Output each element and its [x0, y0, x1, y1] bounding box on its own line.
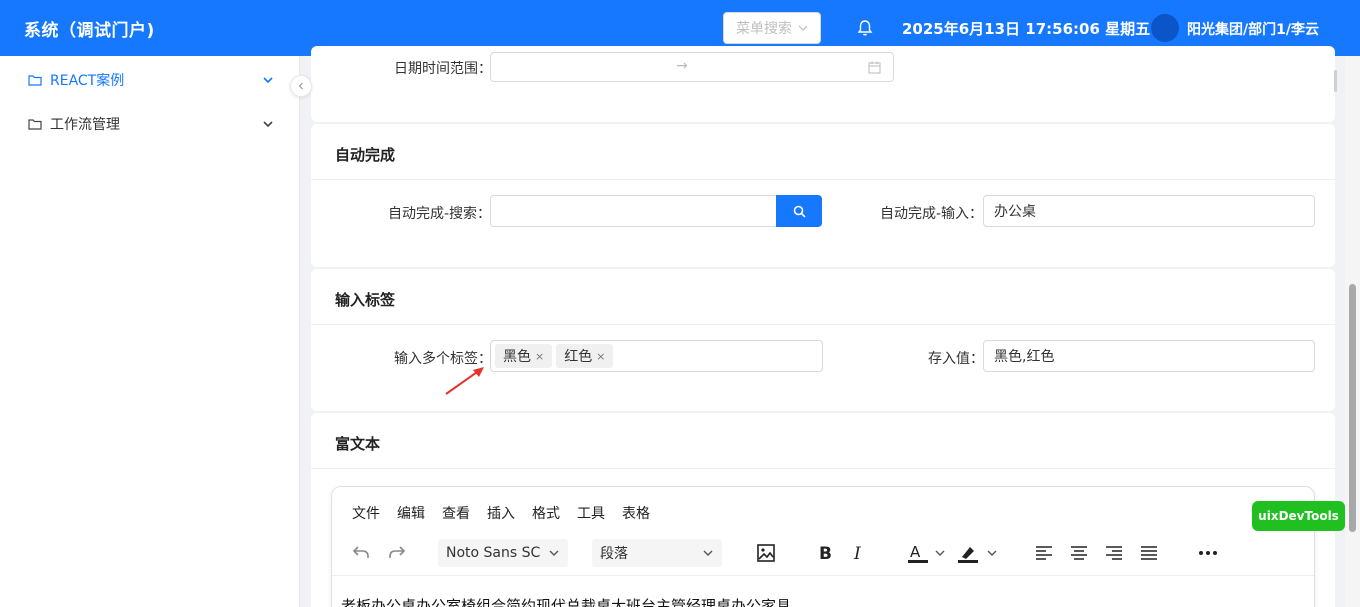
section-title: 自动完成	[335, 146, 396, 164]
folder-icon	[28, 119, 42, 130]
tag-black: 黑色 ×	[495, 344, 553, 368]
bell-icon[interactable]	[857, 19, 873, 37]
current-datetime: 2025年6月13日 17:56:06 星期五	[902, 20, 1151, 38]
close-icon[interactable]: ×	[596, 350, 605, 363]
menu-search-placeholder: 菜单搜索	[736, 21, 792, 37]
scrollbar-thumb[interactable]	[1349, 284, 1356, 532]
autocomplete-search-label: 自动完成-搜索：	[388, 206, 492, 222]
menu-format[interactable]: 格式	[532, 503, 560, 523]
chevron-down-icon	[263, 77, 273, 84]
folder-icon	[28, 75, 42, 86]
stored-value: 黑色,红色	[994, 349, 1055, 365]
divider	[311, 179, 1335, 180]
svg-text:I: I	[853, 544, 861, 562]
chevron-down-icon	[798, 25, 808, 31]
tag-label: 黑色	[503, 349, 531, 365]
svg-text:A: A	[910, 543, 921, 561]
align-center-icon[interactable]	[1070, 545, 1088, 561]
menu-tools[interactable]: 工具	[577, 503, 605, 523]
sidebar-item-workflow[interactable]: 工作流管理	[28, 114, 274, 134]
annotation-arrow-icon	[445, 367, 484, 395]
avatar[interactable]	[1151, 14, 1179, 42]
tags-input[interactable]: 黑色 × 红色 ×	[490, 340, 823, 372]
menu-insert[interactable]: 插入	[487, 503, 515, 523]
chevron-left-icon	[298, 82, 303, 90]
menu-search-select[interactable]: 菜单搜索	[723, 12, 821, 44]
close-icon[interactable]: ×	[535, 350, 544, 363]
date-range-separator: →	[676, 58, 688, 74]
menu-edit[interactable]: 编辑	[397, 503, 425, 523]
align-left-icon[interactable]	[1035, 545, 1053, 561]
redo-icon[interactable]	[388, 543, 406, 561]
undo-icon[interactable]	[352, 543, 370, 561]
sidebar: REACT案例 工作流管理	[0, 56, 300, 607]
image-icon[interactable]	[756, 543, 776, 563]
autocomplete-input[interactable]: 办公桌	[983, 195, 1315, 227]
date-range-label: 日期时间范围：	[394, 61, 492, 77]
section-title: 输入标签	[335, 291, 396, 309]
block-format-value: 段落	[600, 546, 628, 562]
search-icon	[793, 205, 806, 218]
editor-toolbar: Noto Sans SC 段落 B I A	[332, 539, 1314, 573]
dev-tools-button[interactable]: uixDevTools	[1252, 501, 1345, 531]
stored-value-input[interactable]: 黑色,红色	[983, 340, 1315, 372]
tag-red: 红色 ×	[556, 344, 614, 368]
sidebar-item-label: REACT案例	[50, 73, 125, 89]
chevron-down-icon	[703, 550, 713, 556]
sidebar-item-label: 工作流管理	[50, 117, 120, 133]
editor-menubar: 文件 编辑 查看 插入 格式 工具 表格	[352, 503, 650, 523]
date-range-card: 日期时间范围： →	[311, 46, 1335, 122]
font-family-select[interactable]: Noto Sans SC	[438, 539, 568, 567]
sidebar-collapse-button[interactable]	[290, 75, 312, 97]
menu-file[interactable]: 文件	[352, 503, 380, 523]
divider	[311, 468, 1335, 469]
rich-text-editor: 文件 编辑 查看 插入 格式 工具 表格 Noto Sans SC 段落 B I…	[331, 486, 1315, 607]
section-title: 富文本	[335, 435, 381, 453]
autocomplete-search-input[interactable]	[490, 195, 778, 227]
chevron-down-icon	[549, 550, 559, 556]
tag-label: 红色	[564, 349, 593, 365]
text-color-icon[interactable]: A	[908, 543, 952, 565]
search-button[interactable]	[776, 195, 822, 227]
stored-value-label: 存入值：	[928, 351, 984, 367]
user-name[interactable]: 阳光集团/部门1/李云	[1187, 19, 1319, 39]
editor-content[interactable]: 老板办公桌办公室椅组合简约现代总裁桌大班台主管经理桌办公家具	[341, 595, 791, 607]
chevron-down-icon	[263, 121, 273, 128]
menu-view[interactable]: 查看	[442, 503, 470, 523]
toolbar-divider	[332, 575, 1314, 576]
calendar-icon	[868, 61, 881, 74]
align-justify-icon[interactable]	[1140, 545, 1158, 561]
block-format-select[interactable]: 段落	[592, 539, 722, 567]
autocomplete-input-value: 办公桌	[994, 204, 1036, 220]
font-family-value: Noto Sans SC	[446, 545, 541, 561]
bold-icon[interactable]: B	[818, 544, 834, 562]
svg-text:B: B	[819, 544, 832, 562]
italic-icon[interactable]: I	[852, 544, 866, 562]
more-icon[interactable]	[1198, 549, 1218, 557]
page-scrollbar[interactable]	[1345, 56, 1360, 607]
autocomplete-card: 自动完成 自动完成-搜索： 自动完成-输入： 办公桌	[311, 124, 1335, 267]
menu-table[interactable]: 表格	[622, 503, 650, 523]
highlight-color-icon[interactable]	[958, 543, 1002, 565]
app-title: 系统（调试门户)	[24, 21, 155, 41]
inner-scrollbar[interactable]	[1334, 70, 1337, 92]
date-range-picker[interactable]: →	[490, 52, 894, 82]
autocomplete-input-label: 自动完成-输入：	[880, 206, 984, 222]
divider	[311, 324, 1335, 325]
sidebar-item-react-cases[interactable]: REACT案例	[28, 70, 274, 90]
align-right-icon[interactable]	[1105, 545, 1123, 561]
